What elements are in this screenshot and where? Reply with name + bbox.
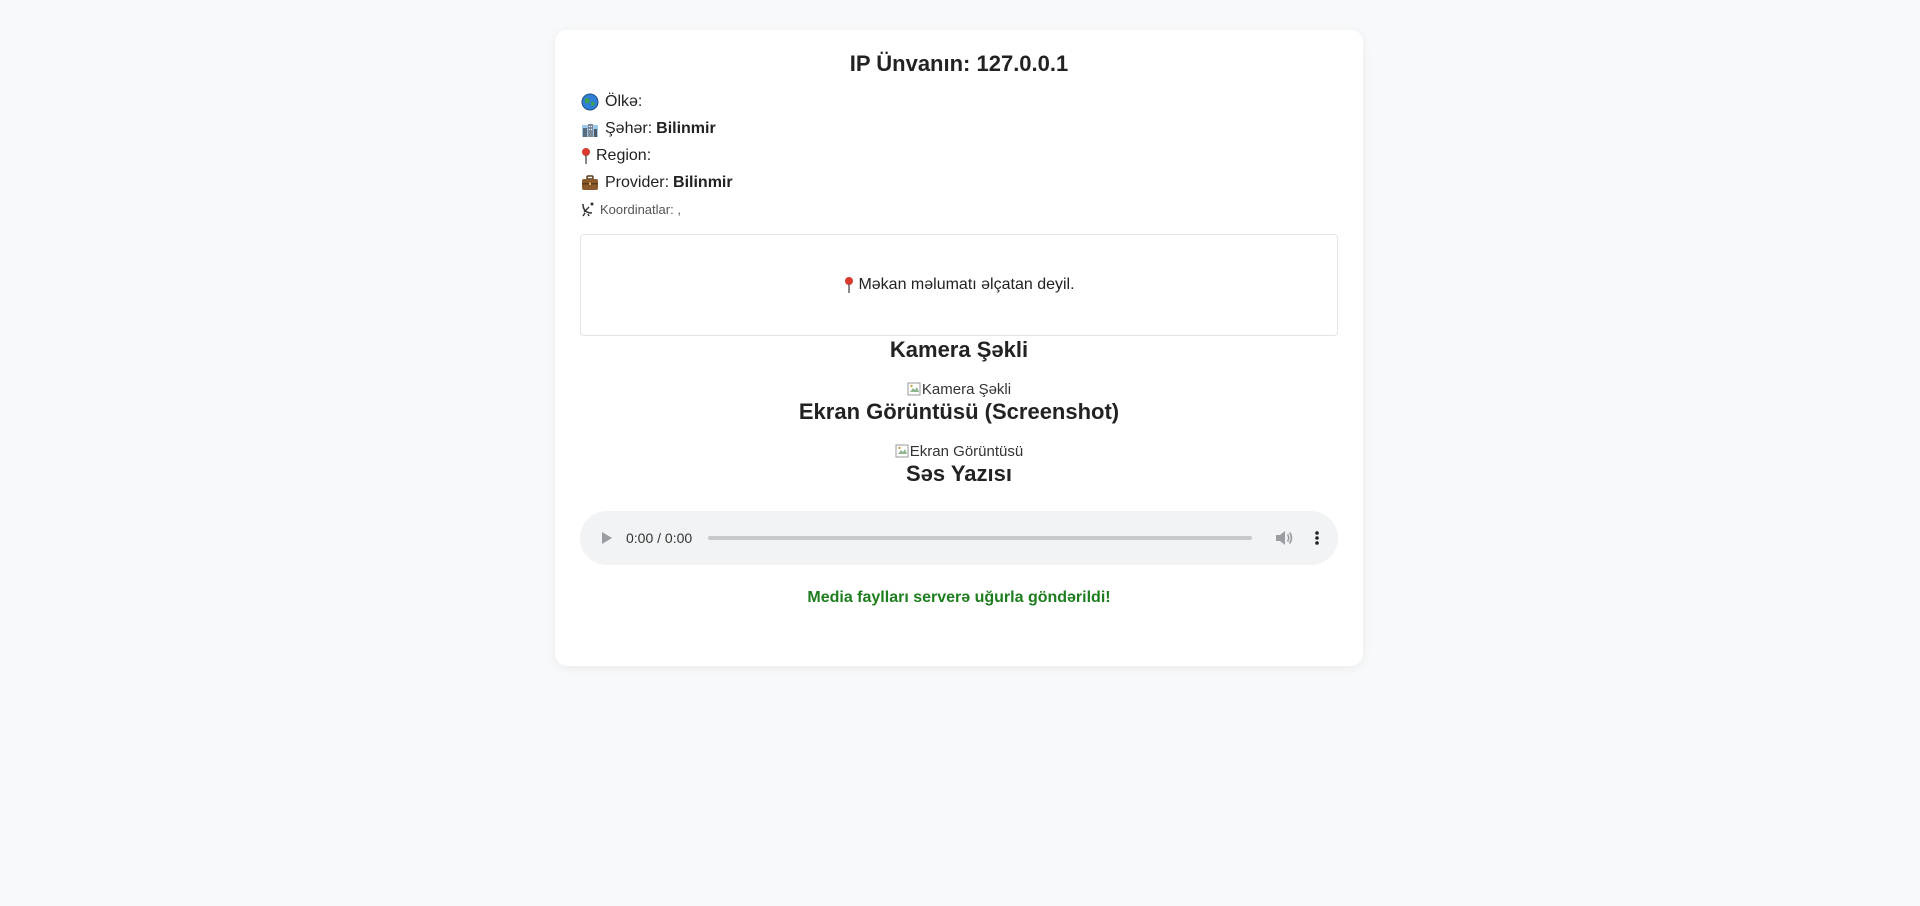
region-label: Region: (596, 146, 652, 164)
more-options-icon[interactable] (1314, 529, 1320, 547)
audio-time: 0:00 / 0:00 (626, 530, 693, 546)
upload-success-message: Media faylları serverə uğurla göndərildi… (807, 589, 1111, 606)
broken-image-icon (907, 382, 921, 396)
broken-image-icon (895, 444, 909, 458)
screenshot-image-alt: Ekran Görüntüsü (909, 442, 1024, 460)
audio-title: Səs Yazısı (905, 461, 1012, 486)
ip-value: 127.0.0.1 (976, 51, 1069, 76)
camera-image: Kamera Şəkli (580, 379, 1338, 399)
globe-icon (580, 92, 600, 112)
play-icon[interactable] (600, 531, 614, 545)
main-card: IP Ünvanın: 127.0.0.1 Ölkə: Şəhər: Bilin… (555, 30, 1363, 666)
satellite-dish-icon (580, 201, 596, 217)
country-row: Ölkə: (580, 88, 1338, 115)
cityscape-icon (580, 119, 600, 139)
audio-player: 0:00 / 0:00 (580, 511, 1338, 565)
camera-image-alt: Kamera Şəkli (921, 380, 1012, 398)
pushpin-icon (580, 146, 592, 166)
audio-progress-bar[interactable] (708, 536, 1252, 540)
city-value: Bilinmir (656, 119, 716, 137)
briefcase-icon (580, 173, 600, 193)
ip-title: IP Ünvanın: 127.0.0.1 (580, 30, 1338, 76)
provider-label: Provider: (605, 173, 670, 191)
ip-label: IP Ünvanın: (849, 51, 977, 76)
map-unavailable-message: Məkan məlumatı əlçatan deyil. (858, 276, 1075, 293)
coordinates-label: Koordinatlar: , (600, 201, 681, 217)
map-container: Məkan məlumatı əlçatan deyil. (580, 234, 1338, 336)
country-label: Ölkə: (605, 92, 643, 110)
provider-value: Bilinmir (673, 173, 733, 191)
provider-row: Provider: Bilinmir (580, 169, 1338, 196)
screenshot-image: Ekran Görüntüsü (580, 441, 1338, 461)
volume-icon[interactable] (1274, 529, 1294, 547)
city-label: Şəhər: (605, 119, 653, 137)
city-row: Şəhər: Bilinmir (580, 115, 1338, 142)
info-list: Ölkə: Şəhər: Bilinmir Region: Provider: … (580, 88, 1338, 222)
camera-title: Kamera Şəkli (889, 337, 1029, 362)
region-row: Region: (580, 142, 1338, 169)
coordinates-row: Koordinatlar: , (580, 196, 1338, 222)
pushpin-icon (843, 275, 855, 295)
screenshot-title: Ekran Görüntüsü (Screenshot) (798, 399, 1120, 424)
